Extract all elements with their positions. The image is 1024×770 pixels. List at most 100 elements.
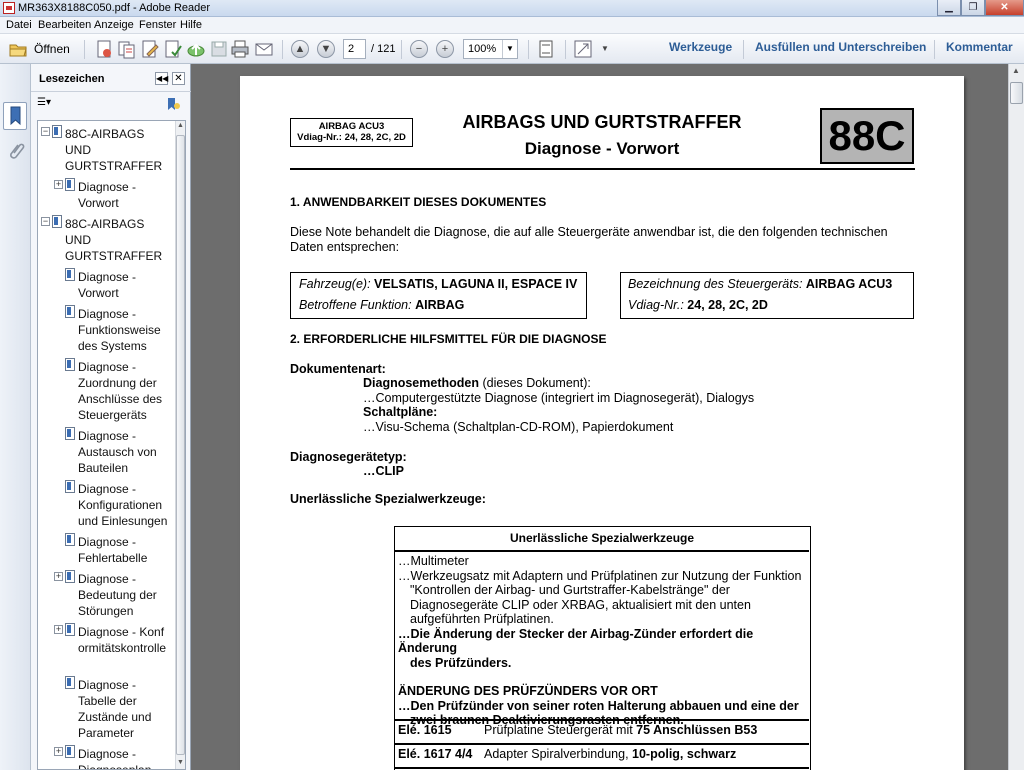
- row1-desc-bold: 75 Anschlüssen B53: [636, 723, 758, 737]
- zoom-level-select[interactable]: 100% ▼: [463, 39, 518, 59]
- upload-cloud-icon[interactable]: [186, 39, 206, 59]
- bookmarks-header: Lesezeichen ◀◀ ✕: [31, 64, 191, 92]
- diag-methods-label: Diagnosemethoden: [363, 376, 479, 390]
- create-pdf-icon[interactable]: [94, 39, 114, 59]
- fullscreen-icon[interactable]: [573, 39, 593, 59]
- collapse-panel-icon[interactable]: ◀◀: [155, 72, 168, 85]
- bookmark-item-konfigurationen[interactable]: Diagnose - Konfigurationen und Einlesung…: [78, 481, 170, 529]
- bookmark-icon: [52, 125, 62, 138]
- expand-toggle-icon[interactable]: +: [54, 625, 63, 634]
- section2-heading: 2. ERFORDERLICHE HILFSMITTEL FÜR DIE DIA…: [290, 332, 607, 346]
- menu-bearbeiten[interactable]: Bearbeiten: [38, 19, 91, 31]
- sign-icon[interactable]: [163, 39, 183, 59]
- menu-anzeige[interactable]: Anzeige: [94, 19, 134, 31]
- expand-toggle-icon[interactable]: +: [54, 747, 63, 756]
- new-bookmark-icon[interactable]: [165, 96, 181, 112]
- previous-page-icon[interactable]: ▲: [291, 40, 309, 58]
- bookmark-icon: [65, 305, 75, 318]
- vdiag-value: 24, 28, 2C, 2D: [687, 298, 768, 312]
- diag-methods-suffix: (dieses Dokument):: [479, 376, 591, 390]
- bookmark-item-vorwort[interactable]: Diagnose - Vorwort: [78, 269, 168, 301]
- print-icon[interactable]: [230, 39, 250, 59]
- navigation-strip: [0, 64, 31, 770]
- expand-toggle-icon[interactable]: +: [54, 572, 63, 581]
- bookmarks-scroll-thumb[interactable]: [176, 135, 185, 755]
- header-box-line2: Vdiag-Nr.: 24, 28, 2C, 2D: [297, 132, 406, 143]
- tools-button[interactable]: Werkzeuge: [669, 40, 732, 54]
- scroll-up-icon[interactable]: ▲: [1012, 66, 1020, 75]
- wiring-label: Schaltpläne:: [363, 405, 438, 419]
- table-line: …Multimeter: [398, 554, 469, 568]
- document-subtitle: Diagnose - Vorwort: [524, 139, 680, 158]
- bookmark-item-diagnoseplan[interactable]: Diagnose - Diagnoseplan: [78, 746, 170, 769]
- scroll-up-icon[interactable]: ▲: [177, 122, 184, 129]
- bookmark-item-zuordnung[interactable]: Diagnose - Zuordnung der Anschlüsse des …: [78, 359, 170, 423]
- close-button[interactable]: ✕: [985, 0, 1024, 16]
- email-icon[interactable]: [254, 39, 274, 59]
- options-menu-icon[interactable]: ☰▾: [37, 97, 57, 111]
- combine-files-icon[interactable]: [117, 39, 137, 59]
- menu-datei[interactable]: Datei: [6, 19, 32, 31]
- wiring-item: …Visu-Schema (Schaltplan-CD-ROM), Papier…: [363, 420, 674, 434]
- bookmark-item-88c-airbags[interactable]: 88C-AIRBAGS UND GURTSTRAFFER: [65, 216, 169, 264]
- toolbar-menu-icon[interactable]: ▼: [601, 44, 609, 53]
- page-total: / 121: [371, 43, 396, 55]
- toolbar: Öffnen ▲ ▼ 2 / 121 − + 100% ▼ ▼ Werkzeug…: [0, 34, 1024, 64]
- bookmark-item-88c-airbags[interactable]: 88C-AIRBAGS UND GURTSTRAFFER: [65, 126, 169, 174]
- close-panel-icon[interactable]: ✕: [172, 72, 185, 85]
- open-button[interactable]: Öffnen: [34, 42, 70, 56]
- bookmark-icon: [65, 178, 75, 191]
- ecu-info-box: Bezeichnung des Steuergeräts: AIRBAG ACU…: [620, 272, 914, 319]
- folder-open-icon[interactable]: [8, 39, 28, 59]
- fit-page-icon[interactable]: [536, 39, 556, 59]
- page-number-input[interactable]: 2: [343, 39, 366, 59]
- attachments-paperclip-icon[interactable]: [5, 140, 25, 162]
- bookmark-icon: [65, 427, 75, 440]
- table-line: aufgeführten Prüfplatinen.: [410, 612, 554, 626]
- row2-code: Elé. 1617 4/4: [398, 747, 473, 761]
- expand-toggle-icon[interactable]: +: [54, 180, 63, 189]
- bookmark-item-bedeutung[interactable]: Diagnose - Bedeutung der Störungen: [78, 571, 170, 619]
- edit-document-icon[interactable]: [140, 39, 160, 59]
- menu-hilfe[interactable]: Hilfe: [180, 19, 202, 31]
- zoom-in-icon[interactable]: +: [436, 40, 454, 58]
- header-box-line1: AIRBAG ACU3: [318, 121, 385, 132]
- bookmarks-tab-icon[interactable]: [3, 102, 27, 130]
- bookmark-item-vorwort[interactable]: Diagnose - Vorwort: [78, 179, 168, 211]
- chevron-down-icon[interactable]: ▼: [502, 40, 517, 58]
- scroll-down-icon[interactable]: ▼: [177, 759, 184, 766]
- pdf-page: AIRBAG ACU3 Vdiag-Nr.: 24, 28, 2C, 2D AI…: [240, 76, 964, 770]
- section-code-box: 88C: [820, 108, 914, 164]
- bookmark-icon: [65, 358, 75, 371]
- table-line: …Werkzeugsatz mit Adaptern und Prüfplati…: [398, 568, 802, 583]
- comment-button[interactable]: Kommentar: [946, 40, 1013, 54]
- bookmark-item-tabelle-zustaende[interactable]: Diagnose - Tabelle der Zustände und Para…: [78, 677, 170, 741]
- bookmark-item-austausch[interactable]: Diagnose - Austausch von Bauteilen: [78, 428, 170, 476]
- collapse-toggle-icon[interactable]: −: [41, 217, 50, 226]
- document-scroll-thumb[interactable]: [1010, 82, 1023, 104]
- diag-methods-item: …Computergestützte Diagnose (integriert …: [363, 391, 755, 405]
- document-viewport[interactable]: AIRBAG ACU3 Vdiag-Nr.: 24, 28, 2C, 2D AI…: [191, 64, 1008, 770]
- bookmark-item-fehlertabelle[interactable]: Diagnose - Fehlertabelle: [78, 534, 170, 566]
- bookmarks-title: Lesezeichen: [39, 73, 105, 85]
- row2-desc-bold: 10-polig, schwarz: [632, 747, 737, 761]
- doc-type-label: Dokumentenart:: [290, 362, 386, 376]
- bookmark-icon: [65, 623, 75, 636]
- save-icon[interactable]: [209, 39, 229, 59]
- collapse-toggle-icon[interactable]: −: [41, 127, 50, 136]
- row1-code: Elé. 1615: [398, 723, 452, 737]
- minimize-button[interactable]: ▁: [937, 0, 961, 16]
- adobe-reader-icon: [3, 2, 15, 14]
- document-scrollbar[interactable]: ▲: [1008, 64, 1024, 770]
- vehicle-value: VELSATIS, LAGUNA II, ESPACE IV: [374, 277, 578, 291]
- menu-fenster[interactable]: Fenster: [139, 19, 176, 31]
- fill-sign-button[interactable]: Ausfüllen und Unterschreiben: [755, 40, 926, 54]
- section1-heading: 1. ANWENDBARKEIT DIESES DOKUMENTES: [290, 195, 547, 209]
- restore-button[interactable]: ❐: [961, 0, 985, 16]
- next-page-icon[interactable]: ▼: [317, 40, 335, 58]
- bookmark-item-konformitaetskontrolle[interactable]: Diagnose - Konformitätskontrolle: [78, 624, 168, 656]
- bookmark-icon: [65, 745, 75, 758]
- bookmarks-toolbar: ☰▾: [31, 92, 191, 118]
- bookmark-item-funktionsweise[interactable]: Diagnose - Funktionsweise des Systems: [78, 306, 170, 354]
- zoom-out-icon[interactable]: −: [410, 40, 428, 58]
